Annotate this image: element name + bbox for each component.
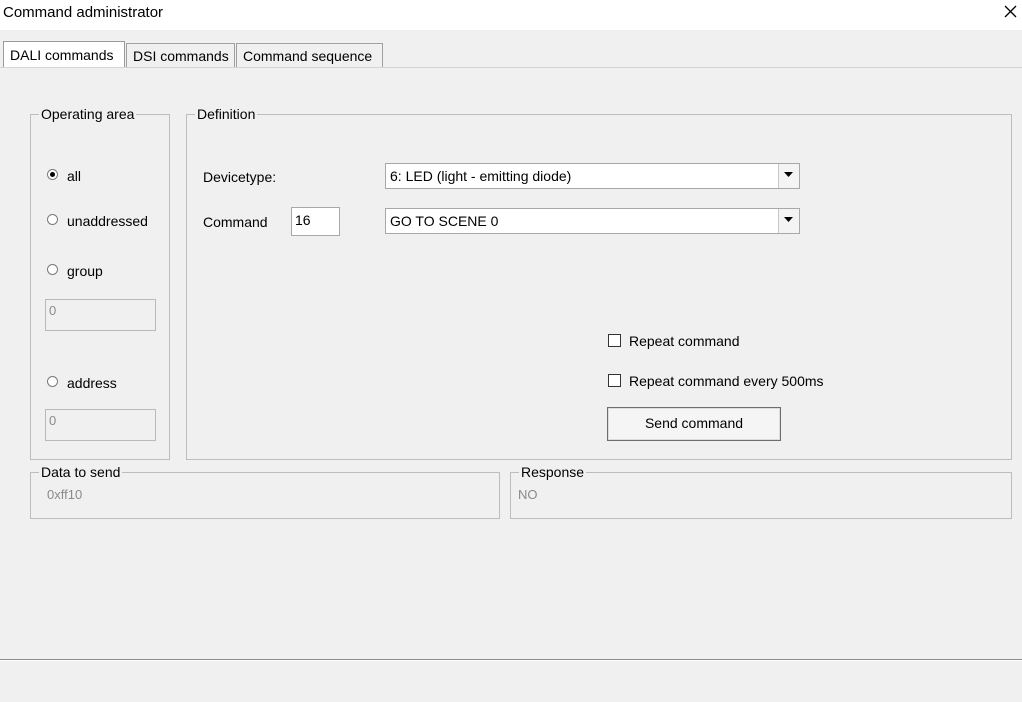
close-button[interactable] xyxy=(998,0,1022,24)
radio-group-label[interactable]: group xyxy=(67,263,103,279)
radio-all-label[interactable]: all xyxy=(67,168,81,184)
devicetype-dropdown-button[interactable] xyxy=(778,164,799,188)
definition-legend: Definition xyxy=(195,105,258,123)
command-number-input[interactable]: 16 xyxy=(291,207,340,236)
radio-group-circle[interactable] xyxy=(47,264,58,275)
command-label: Command xyxy=(203,214,268,230)
repeat-500ms-label[interactable]: Repeat command every 500ms xyxy=(629,373,824,389)
send-command-button[interactable]: Send command xyxy=(607,407,781,441)
response-value: NO xyxy=(518,487,538,502)
bottom-separator-highlight xyxy=(0,660,1022,661)
devicetype-value: 6: LED (light - emitting diode) xyxy=(390,168,572,184)
response-group: Response xyxy=(510,463,1012,519)
radio-address-label[interactable]: address xyxy=(67,375,117,391)
radio-unaddressed-circle[interactable] xyxy=(47,214,58,225)
tab-command-sequence[interactable]: Command sequence xyxy=(236,43,383,67)
radio-group[interactable] xyxy=(47,264,58,275)
repeat-500ms-checkbox[interactable] xyxy=(608,374,621,387)
tab-dsi-commands[interactable]: DSI commands xyxy=(126,43,235,67)
data-to-send-value: 0xff10 xyxy=(47,487,83,502)
data-to-send-legend: Data to send xyxy=(39,463,123,481)
command-dropdown-button[interactable] xyxy=(778,209,799,233)
response-legend: Response xyxy=(519,463,587,481)
chevron-down-icon xyxy=(784,172,793,177)
repeat-command-label[interactable]: Repeat command xyxy=(629,333,740,349)
group-input[interactable]: 0 xyxy=(45,299,156,331)
operating-area-legend: Operating area xyxy=(39,105,137,123)
devicetype-select[interactable]: 6: LED (light - emitting diode) xyxy=(385,163,800,189)
command-value: GO TO SCENE 0 xyxy=(390,213,499,229)
address-input[interactable]: 0 xyxy=(45,409,156,441)
command-select[interactable]: GO TO SCENE 0 xyxy=(385,208,800,234)
chevron-down-icon xyxy=(784,217,793,222)
tab-dali-commands[interactable]: DALI commands xyxy=(3,41,125,67)
radio-all-circle[interactable] xyxy=(47,169,58,180)
radio-address-circle[interactable] xyxy=(47,376,58,387)
close-icon xyxy=(1004,5,1017,18)
devicetype-label: Devicetype: xyxy=(203,169,277,185)
radio-all[interactable] xyxy=(47,169,58,180)
radio-unaddressed[interactable] xyxy=(47,214,58,225)
data-to-send-group: Data to send xyxy=(30,463,500,519)
repeat-command-checkbox[interactable] xyxy=(608,334,621,347)
radio-address[interactable] xyxy=(47,376,58,387)
radio-unaddressed-label[interactable]: unaddressed xyxy=(67,213,148,229)
window-title: Command administrator xyxy=(3,4,164,21)
